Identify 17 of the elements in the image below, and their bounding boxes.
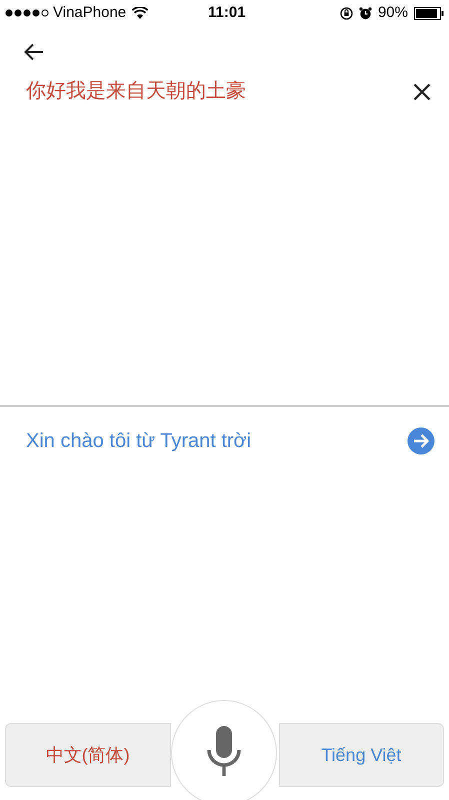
rotation-lock-icon	[340, 6, 353, 20]
close-icon[interactable]	[413, 83, 431, 101]
microphone-button[interactable]	[171, 700, 277, 800]
translation-text[interactable]: Xin chào tôi từ Tyrant trời	[26, 426, 407, 456]
source-text[interactable]: 你好我是来自天朝的土豪	[26, 78, 413, 104]
alarm-icon	[358, 6, 372, 20]
carrier-name: VinaPhone	[53, 2, 126, 23]
clock-time: 11:01	[208, 2, 246, 23]
arrow-circle-icon[interactable]	[407, 427, 435, 455]
target-language-button[interactable]: Tiếng Việt	[278, 723, 444, 787]
back-arrow-icon[interactable]	[24, 43, 44, 61]
microphone-icon	[207, 726, 241, 776]
wifi-icon	[132, 7, 148, 19]
battery-icon	[414, 6, 444, 20]
battery-percent: 90%	[378, 2, 408, 23]
source-language-button[interactable]: 中文(简体)	[5, 723, 170, 787]
signal-icon	[5, 9, 51, 17]
